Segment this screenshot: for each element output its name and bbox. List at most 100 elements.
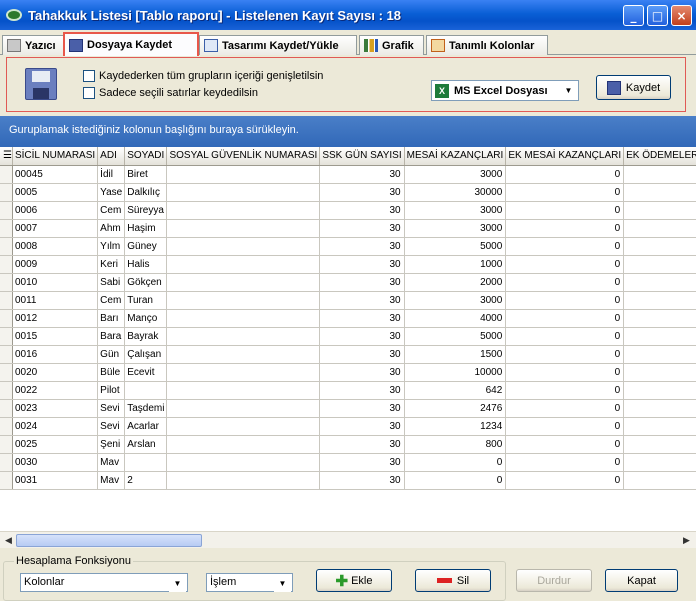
row-selector[interactable]	[0, 363, 13, 382]
table-cell[interactable]: 0	[505, 165, 625, 184]
table-cell[interactable]: İdil	[97, 165, 126, 184]
table-row[interactable]: 00045 İdil Biret 30 3000 0	[0, 165, 696, 184]
table-cell[interactable]	[166, 201, 321, 220]
tab-tasarim-kaydet-yukle[interactable]: Tasarımı Kaydet/Yükle	[199, 35, 357, 55]
horizontal-scrollbar[interactable]: ◀ ▶	[0, 531, 696, 548]
table-cell[interactable]	[166, 165, 321, 184]
tab-grafik[interactable]: Grafik	[359, 35, 424, 55]
row-selector[interactable]	[0, 471, 13, 490]
table-cell[interactable]	[124, 453, 168, 472]
tab-tanimli-kolonlar[interactable]: Tanımlı Kolonlar	[426, 35, 548, 55]
table-row[interactable]: 0031 Mav 2 30 0 0	[0, 471, 696, 490]
row-selector[interactable]	[0, 417, 13, 436]
table-cell[interactable]	[623, 399, 696, 418]
table-cell[interactable]	[623, 183, 696, 202]
table-cell[interactable]: 0	[505, 417, 625, 436]
table-cell[interactable]: Manço	[124, 309, 168, 328]
column-header-sicil[interactable]: SİCİL NUMARASI	[12, 147, 99, 166]
file-format-select[interactable]: X MS Excel Dosyası ▼	[431, 80, 579, 101]
chevron-down-icon[interactable]: ▼	[169, 575, 186, 592]
table-cell[interactable]: Haşim	[124, 219, 168, 238]
table-cell[interactable]: 0	[505, 255, 625, 274]
table-cell[interactable]	[166, 183, 321, 202]
table-cell[interactable]: Yase	[97, 183, 126, 202]
row-selector[interactable]	[0, 435, 13, 454]
table-cell[interactable]	[623, 201, 696, 220]
column-header-ek-odemeler[interactable]: EK ÖDEMELER	[623, 147, 696, 166]
add-button[interactable]: ✚ Ekle	[316, 569, 392, 592]
table-cell[interactable]: 4000	[404, 309, 507, 328]
table-cell[interactable]: 0	[505, 309, 625, 328]
table-cell[interactable]: 0022	[12, 381, 99, 400]
table-cell[interactable]	[623, 363, 696, 382]
table-cell[interactable]: 30	[319, 435, 405, 454]
table-cell[interactable]: 0030	[12, 453, 99, 472]
column-header-ek-mesai[interactable]: EK MESAİ KAZANÇLARI	[505, 147, 625, 166]
table-cell[interactable]: Şeni	[97, 435, 126, 454]
table-cell[interactable]: 30	[319, 417, 405, 436]
table-cell[interactable]	[166, 327, 321, 346]
table-cell[interactable]: Sabi	[97, 273, 126, 292]
tab-dosyaya-kaydet[interactable]: Dosyaya Kaydet	[63, 32, 199, 56]
table-cell[interactable]: 5000	[404, 237, 507, 256]
table-cell[interactable]	[623, 345, 696, 364]
table-cell[interactable]: 0016	[12, 345, 99, 364]
column-header-soyadi[interactable]: SOYADI	[124, 147, 168, 166]
group-by-area[interactable]: Guruplamak istediğiniz kolonun başlığını…	[0, 116, 696, 147]
table-cell[interactable]: 1234	[404, 417, 507, 436]
table-cell[interactable]: 10000	[404, 363, 507, 382]
table-cell[interactable]: 0	[505, 237, 625, 256]
table-cell[interactable]: Cem	[97, 291, 126, 310]
minimize-button[interactable]: _	[623, 5, 644, 26]
table-cell[interactable]	[623, 309, 696, 328]
table-cell[interactable]	[623, 291, 696, 310]
table-cell[interactable]: 30	[319, 219, 405, 238]
tab-yazici[interactable]: Yazıcı	[2, 35, 64, 55]
scroll-thumb[interactable]	[16, 534, 202, 547]
table-cell[interactable]: Süreyya	[124, 201, 168, 220]
table-cell[interactable]	[623, 165, 696, 184]
table-cell[interactable]: 800	[404, 435, 507, 454]
table-cell[interactable]: 0020	[12, 363, 99, 382]
scroll-left-icon[interactable]: ◀	[1, 533, 16, 548]
table-cell[interactable]	[623, 471, 696, 490]
row-selector[interactable]	[0, 399, 13, 418]
column-header-adi[interactable]: ADI	[97, 147, 126, 166]
table-cell[interactable]: 00045	[12, 165, 99, 184]
table-cell[interactable]	[623, 255, 696, 274]
table-cell[interactable]	[166, 255, 321, 274]
table-cell[interactable]: 642	[404, 381, 507, 400]
table-cell[interactable]: 0	[505, 273, 625, 292]
table-cell[interactable]: Barı	[97, 309, 126, 328]
column-header-mesai[interactable]: MESAİ KAZANÇLARI	[404, 147, 507, 166]
table-cell[interactable]: 0007	[12, 219, 99, 238]
table-cell[interactable]: 30	[319, 237, 405, 256]
table-cell[interactable]: Bara	[97, 327, 126, 346]
table-cell[interactable]	[166, 219, 321, 238]
chevron-down-icon[interactable]: ▼	[560, 82, 577, 99]
table-row[interactable]: 0023 Sevi Taşdemi 30 2476 0	[0, 399, 696, 418]
table-cell[interactable]: 30	[319, 273, 405, 292]
row-selector[interactable]	[0, 273, 13, 292]
table-cell[interactable]: 0	[505, 435, 625, 454]
table-cell[interactable]: Arslan	[124, 435, 168, 454]
table-cell[interactable]: 0	[505, 345, 625, 364]
table-cell[interactable]: 30	[319, 291, 405, 310]
table-cell[interactable]: Sevi	[97, 399, 126, 418]
table-row[interactable]: 0007 Ahm Haşim 30 3000 0	[0, 219, 696, 238]
table-cell[interactable]	[166, 417, 321, 436]
table-cell[interactable]: 0	[404, 471, 507, 490]
table-cell[interactable]: Gökçen	[124, 273, 168, 292]
table-row[interactable]: 0020 Büle Ecevit 30 10000 0	[0, 363, 696, 382]
table-cell[interactable]: 30	[319, 363, 405, 382]
table-cell[interactable]: 2	[124, 471, 168, 490]
column-chooser-icon[interactable]: ☰	[0, 147, 13, 166]
table-row[interactable]: 0025 Şeni Arslan 30 800 0	[0, 435, 696, 454]
table-cell[interactable]: 0005	[12, 183, 99, 202]
row-selector[interactable]	[0, 309, 13, 328]
table-row[interactable]: 0006 Cem Süreyya 30 3000 0	[0, 201, 696, 220]
table-row[interactable]: 0012 Barı Manço 30 4000 0	[0, 309, 696, 328]
table-cell[interactable]: 30	[319, 255, 405, 274]
table-cell[interactable]: Mav	[97, 471, 126, 490]
table-cell[interactable]	[623, 453, 696, 472]
